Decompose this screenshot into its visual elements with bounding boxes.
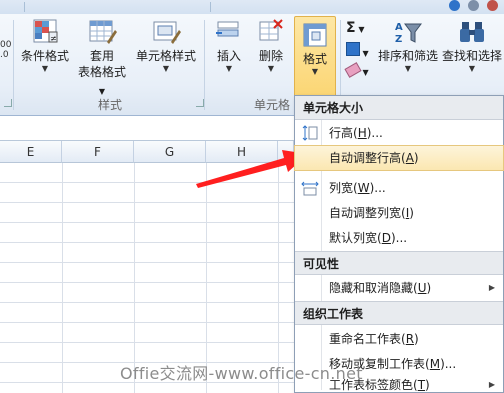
format-as-table-button[interactable]: 套用 表格格式 ▼: [74, 18, 130, 100]
menu-section-organize-sheets: 组织工作表: [295, 301, 503, 325]
menu-item-autofit-column-width[interactable]: 自动调整列宽(I): [295, 201, 503, 225]
delete-label: 删除: [258, 49, 283, 63]
insert-button[interactable]: 插入 ▼: [208, 18, 250, 74]
sort-filter-button[interactable]: A Z 排序和筛选 ▼: [376, 18, 440, 74]
separator: [210, 2, 211, 12]
group-separator: [204, 20, 205, 110]
autofit-col-accesskey: I: [405, 206, 410, 220]
sigma-icon: Σ: [346, 20, 356, 36]
cell-styles-icon: [151, 18, 181, 46]
title-strip: [0, 0, 504, 14]
default-width-label: 默认列宽: [329, 231, 378, 245]
conditional-format-icon: ≠: [30, 18, 60, 46]
binoculars-icon: [457, 18, 487, 46]
default-width-accesskey: D: [381, 231, 391, 245]
watermark-text: Offie交流网-www.office-cn.net: [120, 364, 363, 383]
delete-button[interactable]: 删除 ▼: [250, 18, 292, 74]
menu-item-autofit-row-height[interactable]: 自动调整行高(A): [294, 145, 504, 171]
rename-sheet-accesskey: R: [405, 332, 415, 346]
chevron-down-icon: ▼: [162, 64, 170, 73]
help-icon[interactable]: [449, 0, 460, 11]
insert-cells-icon: [214, 18, 244, 46]
chevron-down-icon: ▼: [225, 64, 233, 73]
delete-cells-icon: [256, 18, 286, 46]
table-format-icon: [87, 18, 117, 46]
conditional-format-label: 条件格式: [20, 49, 69, 63]
row-height-accesskey: H: [357, 126, 367, 140]
close-icon[interactable]: [487, 0, 498, 11]
number-format-fragment[interactable]: 00.0: [0, 40, 12, 60]
svg-text:≠: ≠: [50, 34, 57, 43]
hide-unhide-accesskey: U: [417, 281, 427, 295]
format-label: 格式: [302, 52, 327, 66]
chevron-down-icon: ▼: [41, 64, 49, 73]
autosum-button[interactable]: Σ ▼: [346, 20, 376, 38]
menu-item-hide-unhide[interactable]: 隐藏和取消隐藏(U) ▶: [295, 276, 503, 300]
submenu-arrow-icon: ▶: [488, 283, 495, 292]
autofit-row-accesskey: A: [405, 151, 414, 165]
tab-color-accesskey: T: [417, 378, 426, 392]
fill-down-icon: [346, 42, 360, 56]
autofit-col-label: 自动调整列宽: [329, 206, 402, 220]
submenu-arrow-icon: ▶: [488, 380, 495, 389]
menu-item-row-height[interactable]: 行高(H)...: [295, 121, 503, 145]
chevron-down-icon: ▼: [311, 67, 319, 76]
svg-text:Z: Z: [395, 34, 402, 45]
conditional-format-button[interactable]: ≠ 条件格式 ▼: [16, 18, 74, 74]
styles-group-label: 样式: [98, 98, 123, 112]
window-controls: [449, 0, 498, 11]
table-format-label-2: 表格格式: [77, 65, 126, 79]
menu-section-cell-size: 单元格大小: [295, 96, 503, 120]
group-separator: [13, 20, 14, 110]
minimize-icon[interactable]: [468, 0, 479, 11]
menu-item-column-width[interactable]: 列宽(W)...: [295, 176, 503, 200]
sort-filter-icon: A Z: [393, 18, 423, 46]
column-header-f[interactable]: F: [62, 141, 134, 163]
column-header-e[interactable]: E: [0, 141, 62, 163]
hide-unhide-label: 隐藏和取消隐藏: [329, 281, 414, 295]
find-select-label: 查找和选择: [441, 49, 502, 63]
menu-item-default-width[interactable]: 默认列宽(D)...: [295, 226, 503, 250]
eraser-icon: [344, 62, 362, 78]
cell-styles-label: 单元格样式: [135, 49, 196, 63]
format-button[interactable]: 格式 ▼: [294, 16, 336, 100]
insert-label: 插入: [216, 49, 241, 63]
cells-group-label: 单元格: [254, 98, 291, 112]
find-select-button[interactable]: 查找和选择 ▼: [440, 18, 504, 74]
move-copy-accesskey: M: [429, 357, 441, 371]
sort-filter-label: 排序和筛选: [377, 49, 438, 63]
format-cells-icon: [300, 21, 330, 49]
cell-styles-button[interactable]: 单元格样式 ▼: [132, 18, 200, 74]
row-height-label: 行高: [329, 126, 354, 140]
format-dropdown-menu: 单元格大小 行高(H)... 自动调整行高(A) 列宽(W)... 自动调整列宽…: [294, 95, 504, 393]
column-width-icon: [301, 180, 319, 196]
menu-item-rename-sheet[interactable]: 重命名工作表(R): [295, 327, 503, 351]
fill-button[interactable]: ▼: [346, 42, 376, 60]
separator: [24, 2, 25, 12]
clear-button[interactable]: ▼: [344, 62, 376, 82]
svg-text:A: A: [395, 22, 403, 33]
chevron-down-icon: ▼: [468, 64, 476, 73]
dialog-launcher-icon[interactable]: [4, 99, 12, 107]
table-format-label-1: 套用: [89, 49, 114, 63]
chevron-down-icon: ▼: [267, 64, 275, 73]
dialog-launcher-icon[interactable]: [196, 99, 204, 107]
column-width-label: 列宽: [329, 181, 354, 195]
menu-section-visibility: 可见性: [295, 251, 503, 275]
row-height-icon: [301, 125, 319, 141]
rename-sheet-label: 重命名工作表: [329, 332, 402, 346]
chevron-down-icon: ▼: [404, 64, 412, 73]
column-width-accesskey: W: [357, 181, 370, 195]
autofit-row-label: 自动调整行高: [329, 151, 402, 165]
